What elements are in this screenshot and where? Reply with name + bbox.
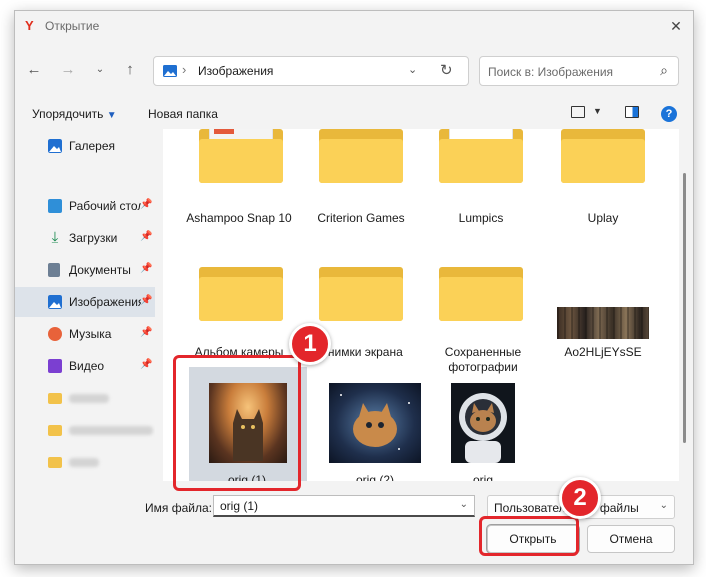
documents-icon	[48, 263, 60, 277]
view-icon[interactable]	[571, 106, 585, 118]
pin-icon: 📌	[140, 295, 153, 306]
pin-icon: 📌	[140, 231, 153, 242]
annotation-highlight-open	[479, 516, 579, 556]
file-name[interactable]: orig (2)	[319, 473, 431, 481]
blurred-folder-name	[69, 458, 99, 467]
yandex-browser-icon: Y	[25, 18, 34, 33]
chevron-down-icon[interactable]: ⌄	[89, 59, 111, 81]
file-name[interactable]: Uplay	[547, 211, 659, 226]
folder-icon	[48, 457, 62, 468]
new-folder-button[interactable]: Новая папка	[148, 107, 218, 121]
pictures-icon	[163, 65, 177, 77]
sidebar-item-folder[interactable]	[15, 383, 155, 413]
window-title: Открытие	[45, 19, 100, 33]
arrow-up-icon[interactable]: ↑	[119, 59, 141, 81]
blurred-folder-name	[69, 394, 109, 403]
sidebar-item-gallery[interactable]: Галерея	[15, 131, 155, 161]
sidebar-item-label: Галерея	[69, 139, 116, 153]
address-bar[interactable]: › Изображения ⌄ ↻	[153, 56, 469, 86]
sidebar-item-pictures[interactable]: Изображения 📌	[15, 287, 155, 317]
filename-label: Имя файла:	[145, 501, 212, 515]
chevron-down-icon: ⌄	[659, 500, 668, 511]
chevron-down-icon[interactable]: ⌄	[408, 63, 417, 76]
file-name[interactable]: Lumpics	[425, 211, 537, 226]
blurred-folder-name	[69, 426, 153, 435]
open-file-dialog: Y Открытие ✕ ← → ⌄ ↑ › Изображения ⌄ ↻ П…	[14, 10, 694, 565]
file-name[interactable]: Ao2HLjEYsSE	[547, 345, 659, 360]
folder-icon[interactable]	[199, 261, 283, 321]
search-icon: ⌕	[660, 62, 668, 78]
video-icon	[48, 359, 62, 373]
folder-icon[interactable]	[319, 261, 403, 321]
scrollbar-thumb[interactable]	[683, 173, 686, 443]
help-icon[interactable]: ?	[661, 106, 677, 122]
pictures-icon	[48, 295, 62, 309]
toolbar: Упорядочить ▼ Новая папка ▼ ?	[15, 97, 693, 129]
sidebar-item-folder[interactable]	[15, 415, 155, 445]
scrollbar[interactable]	[683, 133, 687, 443]
pin-icon: 📌	[140, 199, 153, 210]
address-path: Изображения	[198, 64, 274, 78]
sidebar-item-documents[interactable]: Документы 📌	[15, 255, 155, 285]
image-thumbnail[interactable]	[557, 307, 649, 339]
sidebar-item-label: Изображения	[69, 295, 141, 309]
sidebar-item-label: Музыка	[69, 327, 112, 341]
music-icon	[48, 327, 62, 341]
step-badge: 1	[289, 323, 331, 365]
file-name[interactable]: Сохраненные фотографии	[425, 345, 541, 375]
caret-down-icon: ▼	[106, 110, 117, 121]
cat-image	[340, 394, 410, 450]
image-thumbnail[interactable]	[451, 383, 515, 463]
folder-icon[interactable]	[199, 129, 283, 183]
desktop-icon	[48, 199, 62, 213]
sidebar-item-label: Загрузки	[69, 231, 118, 245]
file-name[interactable]: Ashampoo Snap 10	[183, 211, 295, 226]
organize-button[interactable]: Упорядочить ▼	[32, 107, 117, 121]
filename-input[interactable]: orig (1) ⌄	[213, 495, 475, 517]
navigation-bar: ← → ⌄ ↑ › Изображения ⌄ ↻ Поиск в: Изобр…	[15, 49, 693, 89]
step-badge: 2	[559, 477, 601, 519]
folder-icon[interactable]	[439, 129, 523, 183]
sidebar-item-label: Рабочий стол	[69, 199, 141, 213]
file-name[interactable]: orig	[427, 473, 539, 481]
folder-icon[interactable]	[561, 129, 645, 183]
cat-astronaut-image	[459, 393, 507, 463]
sidebar-item-label: Видео	[69, 359, 105, 373]
search-input[interactable]: Поиск в: Изображения ⌕	[479, 56, 679, 86]
arrow-right-icon[interactable]: →	[57, 59, 79, 81]
sidebar-item-video[interactable]: Видео 📌	[15, 351, 155, 381]
breadcrumb-separator-icon: ›	[182, 62, 187, 77]
organize-label: Упорядочить	[32, 107, 104, 121]
folder-icon[interactable]	[439, 261, 523, 321]
close-icon[interactable]: ✕	[665, 15, 687, 37]
folder-icon	[48, 393, 62, 404]
pin-icon: 📌	[140, 263, 153, 274]
folder-icon	[48, 425, 62, 436]
download-icon: ⤓	[51, 229, 59, 246]
folder-icon[interactable]	[319, 129, 403, 183]
pin-icon: 📌	[140, 359, 153, 370]
sidebar-item-downloads[interactable]: ⤓ Загрузки 📌	[15, 223, 155, 253]
file-name[interactable]: Criterion Games	[305, 211, 417, 226]
sidebar-item-music[interactable]: Музыка 📌	[15, 319, 155, 349]
search-placeholder: Поиск в: Изображения	[488, 65, 614, 79]
image-thumbnail[interactable]	[329, 383, 421, 463]
title-bar: Y Открытие ✕	[15, 11, 693, 41]
pin-icon: 📌	[140, 327, 153, 338]
gallery-icon	[48, 139, 62, 153]
annotation-highlight-file	[173, 355, 301, 491]
chevron-down-icon[interactable]: ⌄	[460, 499, 468, 510]
navigation-pane: Галерея Рабочий стол 📌 ⤓ Загрузки 📌 Доку…	[15, 129, 155, 481]
sidebar-item-desktop[interactable]: Рабочий стол 📌	[15, 191, 155, 221]
filename-value: orig (1)	[220, 499, 259, 513]
caret-down-icon[interactable]: ▼	[593, 106, 602, 116]
cancel-button[interactable]: Отмена	[587, 525, 675, 553]
arrow-left-icon[interactable]: ←	[23, 59, 45, 81]
sidebar-item-folder[interactable]	[15, 447, 155, 477]
preview-pane-icon[interactable]	[625, 106, 639, 118]
sidebar-item-label: Документы	[69, 263, 131, 277]
refresh-icon[interactable]: ↻	[440, 61, 453, 79]
